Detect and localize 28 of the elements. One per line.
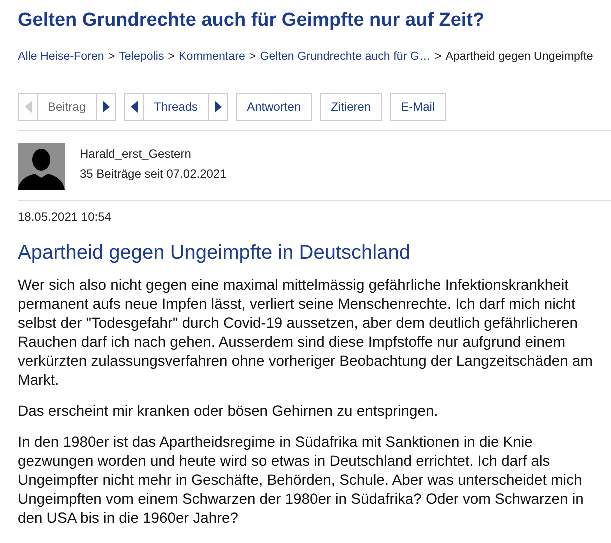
- nav-button[interactable]: Threads: [143, 93, 210, 121]
- action-button[interactable]: Zitieren: [320, 93, 382, 121]
- next-button[interactable]: [208, 93, 228, 121]
- breadcrumb-separator: >: [168, 50, 176, 63]
- right-arrow-icon: [102, 101, 110, 113]
- post-paragraph: Das erscheint mir kranken oder bösen Gehirnen zu entspringen.: [18, 403, 440, 422]
- post-title: Apartheid gegen Ungeimpfte in Deutschland: [18, 242, 410, 265]
- post-paragraph: In den 1980er ist das Apartheidsregime in Südafrika mit Sanktionen in die Knie gezwungen worden und heute wird so etwas in Deutschland errichtet. Ich darf als Ungeimpfter nicht mehr in Geschäfte, Behörden, Schule. Aber was unterscheidet mich Ungeimpften vom einem Schwarzen der 1980er in Südafrika? Oder vom Schwarzen in den USA bis in die 1960er Jahre?: [18, 434, 585, 529]
- breadcrumb-separator: >: [434, 50, 442, 63]
- avatar: [18, 143, 65, 190]
- breadcrumb-link[interactable]: Gelten Grundrechte auch für G…: [260, 50, 431, 63]
- breadcrumb-separator: >: [108, 50, 116, 63]
- breadcrumb-link[interactable]: Alle Heise-Foren: [18, 50, 104, 63]
- post-count: 35 Beiträge seit 07.02.2021: [80, 167, 227, 181]
- page-title: Gelten Grundrechte auch für Geimpfte nur auf Zeit?: [18, 9, 485, 33]
- breadcrumb-link[interactable]: Telepolis: [119, 50, 164, 63]
- left-arrow-icon: [24, 101, 32, 113]
- breadcrumb-separator: >: [249, 50, 256, 63]
- post-paragraph: Wer sich also nicht gegen eine maximal mittelmässig gefährliche Infektionskrankheit permanent aufs neue Impfen lässt, verliert seine Menschenrechte. Ich darf mich nicht selbst der "Todesgefahr" durch Covid-19 aussetzen, aber dem deutlich gefährlicheren Rauchen darf ich nach gehen. Ausserdem sind diese Impfstoffe nur aufgrund einem verkürzten zulassungsverfahren ohne vorheriger Beobachtung der Langzeitschäden am Markt.: [18, 277, 594, 391]
- action-button[interactable]: Antworten: [236, 93, 312, 121]
- post-date: 18.05.2021 10:54: [18, 210, 112, 224]
- breadcrumb-link[interactable]: Kommentare: [179, 50, 246, 63]
- right-arrow-icon: [214, 101, 222, 113]
- author-name: Harald_erst_Gestern: [80, 147, 192, 161]
- left-arrow-icon: [130, 101, 138, 113]
- breadcrumb-current: Apartheid gegen Ungeimpfte: [446, 50, 594, 63]
- previous-button[interactable]: [124, 93, 144, 121]
- action-button[interactable]: E-Mail: [390, 93, 446, 121]
